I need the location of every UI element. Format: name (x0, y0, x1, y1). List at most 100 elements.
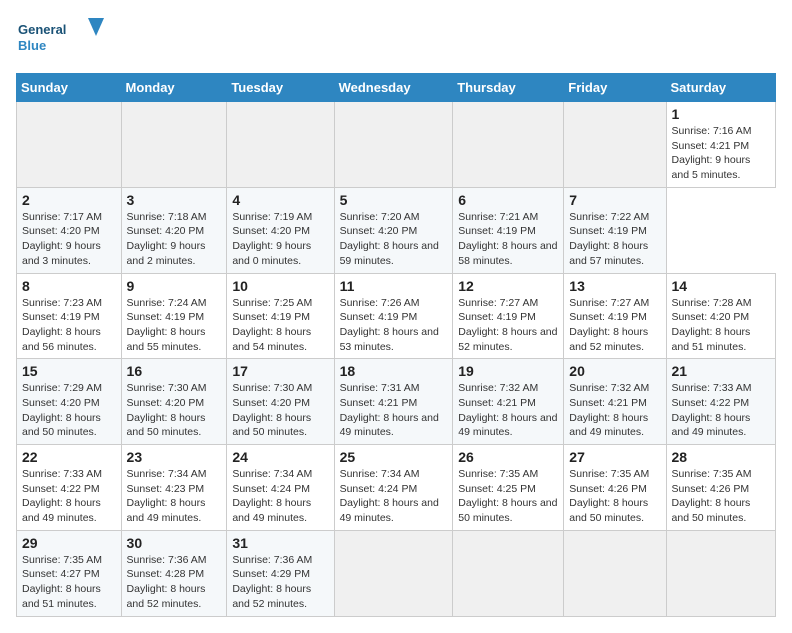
day-number: 1 (672, 106, 770, 122)
page-header: General Blue (16, 16, 776, 61)
calendar-table: SundayMondayTuesdayWednesdayThursdayFrid… (16, 73, 776, 617)
day-number: 15 (22, 363, 116, 379)
empty-cell (564, 530, 666, 616)
empty-cell (453, 102, 564, 188)
day-number: 25 (340, 449, 448, 465)
day-number: 22 (22, 449, 116, 465)
calendar-day-31: 31 Sunrise: 7:36 AMSunset: 4:29 PMDaylig… (227, 530, 334, 616)
empty-cell (227, 102, 334, 188)
calendar-day-30: 30 Sunrise: 7:36 AMSunset: 4:28 PMDaylig… (121, 530, 227, 616)
day-info: Sunrise: 7:35 AMSunset: 4:26 PMDaylight:… (569, 467, 660, 526)
calendar-day-16: 16 Sunrise: 7:30 AMSunset: 4:20 PMDaylig… (121, 359, 227, 445)
calendar-header-row: SundayMondayTuesdayWednesdayThursdayFrid… (17, 74, 776, 102)
calendar-day-3: 3 Sunrise: 7:18 AMSunset: 4:20 PMDayligh… (121, 187, 227, 273)
day-info: Sunrise: 7:22 AMSunset: 4:19 PMDaylight:… (569, 210, 660, 269)
calendar-week-2: 2 Sunrise: 7:17 AMSunset: 4:20 PMDayligh… (17, 187, 776, 273)
calendar-day-28: 28 Sunrise: 7:35 AMSunset: 4:26 PMDaylig… (666, 445, 775, 531)
day-info: Sunrise: 7:32 AMSunset: 4:21 PMDaylight:… (569, 381, 660, 440)
calendar-day-21: 21 Sunrise: 7:33 AMSunset: 4:22 PMDaylig… (666, 359, 775, 445)
day-number: 4 (232, 192, 328, 208)
calendar-day-24: 24 Sunrise: 7:34 AMSunset: 4:24 PMDaylig… (227, 445, 334, 531)
calendar-day-20: 20 Sunrise: 7:32 AMSunset: 4:21 PMDaylig… (564, 359, 666, 445)
day-number: 30 (127, 535, 222, 551)
calendar-week-1: 1 Sunrise: 7:16 AMSunset: 4:21 PMDayligh… (17, 102, 776, 188)
calendar-week-4: 15 Sunrise: 7:29 AMSunset: 4:20 PMDaylig… (17, 359, 776, 445)
calendar-day-14: 14 Sunrise: 7:28 AMSunset: 4:20 PMDaylig… (666, 273, 775, 359)
day-info: Sunrise: 7:28 AMSunset: 4:20 PMDaylight:… (672, 296, 770, 355)
day-number: 20 (569, 363, 660, 379)
calendar-day-17: 17 Sunrise: 7:30 AMSunset: 4:20 PMDaylig… (227, 359, 334, 445)
day-info: Sunrise: 7:27 AMSunset: 4:19 PMDaylight:… (569, 296, 660, 355)
day-info: Sunrise: 7:18 AMSunset: 4:20 PMDaylight:… (127, 210, 222, 269)
day-info: Sunrise: 7:30 AMSunset: 4:20 PMDaylight:… (232, 381, 328, 440)
day-info: Sunrise: 7:31 AMSunset: 4:21 PMDaylight:… (340, 381, 448, 440)
day-info: Sunrise: 7:35 AMSunset: 4:27 PMDaylight:… (22, 553, 116, 612)
day-number: 9 (127, 278, 222, 294)
header-thursday: Thursday (453, 74, 564, 102)
day-info: Sunrise: 7:24 AMSunset: 4:19 PMDaylight:… (127, 296, 222, 355)
empty-cell (17, 102, 122, 188)
logo-svg: General Blue (16, 16, 106, 61)
calendar-day-2: 2 Sunrise: 7:17 AMSunset: 4:20 PMDayligh… (17, 187, 122, 273)
calendar-day-13: 13 Sunrise: 7:27 AMSunset: 4:19 PMDaylig… (564, 273, 666, 359)
header-saturday: Saturday (666, 74, 775, 102)
day-info: Sunrise: 7:35 AMSunset: 4:25 PMDaylight:… (458, 467, 558, 526)
empty-cell (121, 102, 227, 188)
calendar-day-18: 18 Sunrise: 7:31 AMSunset: 4:21 PMDaylig… (334, 359, 453, 445)
day-info: Sunrise: 7:16 AMSunset: 4:21 PMDaylight:… (672, 124, 770, 183)
day-info: Sunrise: 7:23 AMSunset: 4:19 PMDaylight:… (22, 296, 116, 355)
day-info: Sunrise: 7:36 AMSunset: 4:29 PMDaylight:… (232, 553, 328, 612)
calendar-day-11: 11 Sunrise: 7:26 AMSunset: 4:19 PMDaylig… (334, 273, 453, 359)
day-info: Sunrise: 7:21 AMSunset: 4:19 PMDaylight:… (458, 210, 558, 269)
empty-cell (453, 530, 564, 616)
day-info: Sunrise: 7:33 AMSunset: 4:22 PMDaylight:… (672, 381, 770, 440)
header-tuesday: Tuesday (227, 74, 334, 102)
day-info: Sunrise: 7:32 AMSunset: 4:21 PMDaylight:… (458, 381, 558, 440)
day-number: 3 (127, 192, 222, 208)
day-number: 10 (232, 278, 328, 294)
calendar-day-27: 27 Sunrise: 7:35 AMSunset: 4:26 PMDaylig… (564, 445, 666, 531)
header-sunday: Sunday (17, 74, 122, 102)
day-info: Sunrise: 7:17 AMSunset: 4:20 PMDaylight:… (22, 210, 116, 269)
calendar-week-3: 8 Sunrise: 7:23 AMSunset: 4:19 PMDayligh… (17, 273, 776, 359)
calendar-day-29: 29 Sunrise: 7:35 AMSunset: 4:27 PMDaylig… (17, 530, 122, 616)
day-number: 24 (232, 449, 328, 465)
logo: General Blue (16, 16, 106, 61)
svg-text:Blue: Blue (18, 38, 46, 53)
calendar-week-5: 22 Sunrise: 7:33 AMSunset: 4:22 PMDaylig… (17, 445, 776, 531)
day-number: 18 (340, 363, 448, 379)
calendar-day-6: 6 Sunrise: 7:21 AMSunset: 4:19 PMDayligh… (453, 187, 564, 273)
calendar-day-19: 19 Sunrise: 7:32 AMSunset: 4:21 PMDaylig… (453, 359, 564, 445)
day-number: 27 (569, 449, 660, 465)
day-number: 23 (127, 449, 222, 465)
day-info: Sunrise: 7:25 AMSunset: 4:19 PMDaylight:… (232, 296, 328, 355)
header-friday: Friday (564, 74, 666, 102)
day-number: 31 (232, 535, 328, 551)
svg-text:General: General (18, 22, 66, 37)
day-info: Sunrise: 7:20 AMSunset: 4:20 PMDaylight:… (340, 210, 448, 269)
day-number: 7 (569, 192, 660, 208)
empty-cell (334, 102, 453, 188)
calendar-day-22: 22 Sunrise: 7:33 AMSunset: 4:22 PMDaylig… (17, 445, 122, 531)
day-number: 14 (672, 278, 770, 294)
day-info: Sunrise: 7:35 AMSunset: 4:26 PMDaylight:… (672, 467, 770, 526)
calendar-day-9: 9 Sunrise: 7:24 AMSunset: 4:19 PMDayligh… (121, 273, 227, 359)
day-number: 26 (458, 449, 558, 465)
day-number: 21 (672, 363, 770, 379)
day-number: 2 (22, 192, 116, 208)
day-number: 6 (458, 192, 558, 208)
day-number: 17 (232, 363, 328, 379)
day-number: 13 (569, 278, 660, 294)
day-info: Sunrise: 7:36 AMSunset: 4:28 PMDaylight:… (127, 553, 222, 612)
day-number: 8 (22, 278, 116, 294)
day-number: 12 (458, 278, 558, 294)
calendar-day-12: 12 Sunrise: 7:27 AMSunset: 4:19 PMDaylig… (453, 273, 564, 359)
calendar-day-25: 25 Sunrise: 7:34 AMSunset: 4:24 PMDaylig… (334, 445, 453, 531)
header-monday: Monday (121, 74, 227, 102)
calendar-day-7: 7 Sunrise: 7:22 AMSunset: 4:19 PMDayligh… (564, 187, 666, 273)
calendar-day-5: 5 Sunrise: 7:20 AMSunset: 4:20 PMDayligh… (334, 187, 453, 273)
calendar-day-1: 1 Sunrise: 7:16 AMSunset: 4:21 PMDayligh… (666, 102, 775, 188)
day-info: Sunrise: 7:19 AMSunset: 4:20 PMDaylight:… (232, 210, 328, 269)
calendar-week-6: 29 Sunrise: 7:35 AMSunset: 4:27 PMDaylig… (17, 530, 776, 616)
calendar-day-15: 15 Sunrise: 7:29 AMSunset: 4:20 PMDaylig… (17, 359, 122, 445)
